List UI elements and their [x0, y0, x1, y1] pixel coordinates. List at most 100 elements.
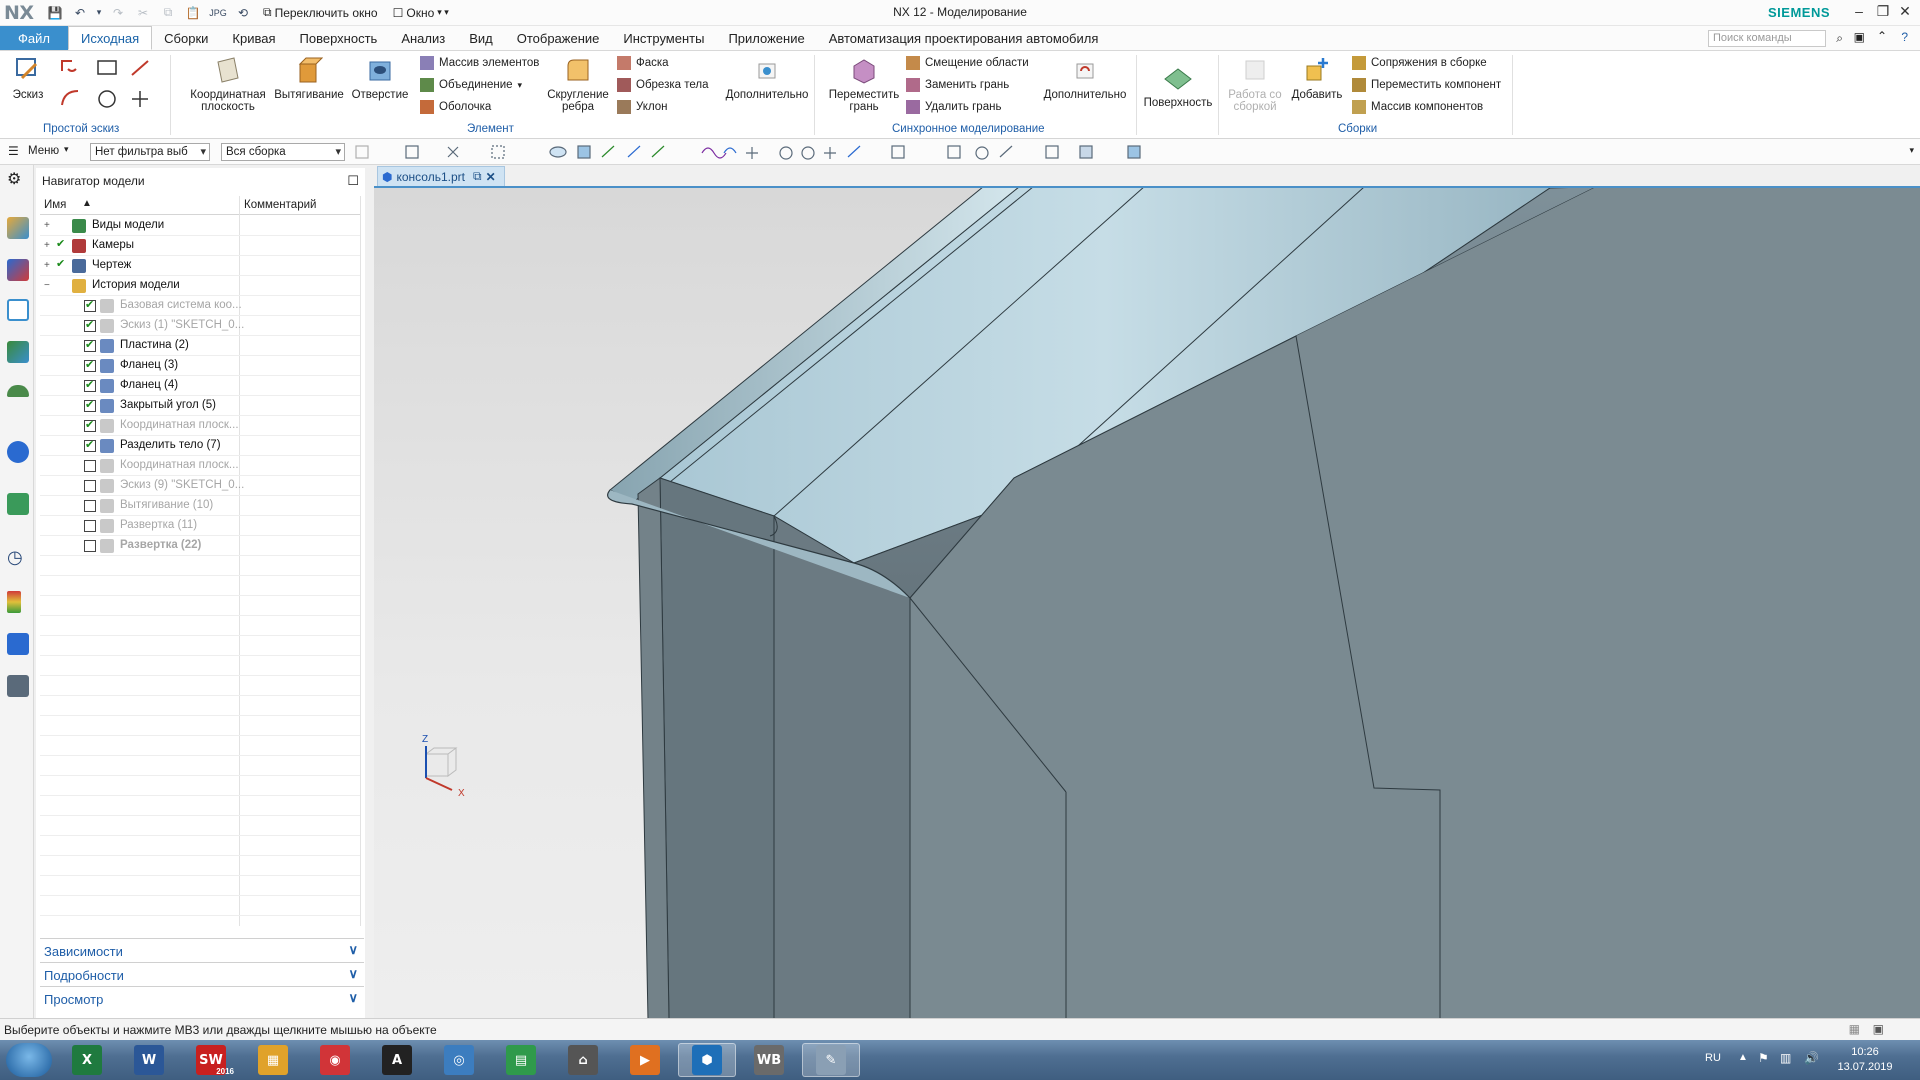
constraint-navigator-icon[interactable]: [7, 259, 29, 281]
menu-button[interactable]: Меню: [28, 145, 59, 157]
tree-node[interactable]: Базовая система коо...: [40, 296, 360, 316]
taskbar-app-apps[interactable]: ▦: [244, 1043, 302, 1077]
repeat-command-icon[interactable]: ⟲: [232, 3, 254, 23]
visibility-checkbox[interactable]: [84, 318, 96, 332]
assembly-navigator-icon[interactable]: [7, 217, 29, 239]
tab-analysis[interactable]: Анализ: [389, 26, 457, 50]
pattern-component-button[interactable]: Массив компонентов: [1352, 100, 1483, 114]
visibility-checkbox[interactable]: [84, 460, 96, 472]
graphics-window[interactable]: Z X: [374, 186, 1920, 1018]
clock-icon[interactable]: ◷: [7, 547, 29, 569]
undo-dropdown-icon[interactable]: ▾: [94, 3, 104, 23]
edge-blend-button[interactable]: Скругление ребра: [540, 55, 616, 113]
unite-button[interactable]: Объединение ▾: [420, 78, 522, 92]
expand-icon[interactable]: +: [44, 240, 50, 251]
visibility-checkbox[interactable]: [84, 298, 96, 312]
tree-node[interactable]: + Виды модели: [40, 216, 360, 236]
tree-node[interactable]: + Камеры: [40, 236, 360, 256]
window-menu-button[interactable]: ☐ Окно ▾ ▾: [387, 6, 455, 20]
extrude-button[interactable]: Вытягивание: [273, 55, 345, 101]
help-icon[interactable]: ?: [1901, 30, 1908, 44]
trim-body-button[interactable]: Обрезка тела: [617, 78, 708, 92]
surface-button[interactable]: Поверхность: [1140, 63, 1216, 109]
export-jpeg-icon[interactable]: JPG: [207, 3, 229, 23]
visibility-checkbox[interactable]: [56, 237, 68, 252]
hd3d-tools-icon[interactable]: [7, 385, 29, 397]
visibility-checkbox[interactable]: [84, 438, 96, 452]
taskbar-app-autocad[interactable]: A: [368, 1043, 426, 1077]
tab-surface[interactable]: Поверхность: [288, 26, 390, 50]
chevron-down-icon[interactable]: ▾: [64, 144, 69, 155]
volume-icon[interactable]: 🔊: [1804, 1051, 1819, 1065]
minimize-button[interactable]: –: [1848, 3, 1870, 23]
replace-face-button[interactable]: Заменить грань: [906, 78, 1009, 92]
shell-button[interactable]: Оболочка: [420, 100, 491, 114]
toolbar-overflow-icon[interactable]: ▾: [1909, 145, 1914, 156]
visibility-checkbox[interactable]: [84, 338, 96, 352]
visibility-checkbox[interactable]: [84, 398, 96, 412]
undock-icon[interactable]: ⧉: [473, 169, 482, 184]
offset-region-button[interactable]: Смещение области: [906, 56, 1029, 70]
visibility-checkbox[interactable]: [84, 480, 96, 492]
taskbar-app-media[interactable]: ▶: [616, 1043, 674, 1077]
taskbar-app-nx[interactable]: ⬢: [678, 1043, 736, 1077]
paste-icon[interactable]: 📋: [182, 3, 204, 23]
tree-node[interactable]: + Чертеж: [40, 256, 360, 276]
delete-face-button[interactable]: Удалить грань: [906, 100, 1001, 114]
taskbar-app-excel[interactable]: X: [58, 1043, 116, 1077]
language-indicator[interactable]: RU: [1705, 1052, 1721, 1064]
section-details[interactable]: Подробности ∨: [40, 962, 364, 986]
tab-render[interactable]: Отображение: [505, 26, 612, 50]
type-filter-select[interactable]: Нет фильтра выб: [90, 143, 210, 161]
maximize-panel-icon[interactable]: ☐: [347, 173, 359, 189]
tab-curve[interactable]: Кривая: [220, 26, 287, 50]
search-icon[interactable]: ⌕: [1836, 31, 1843, 46]
history-icon[interactable]: [7, 493, 29, 515]
visibility-checkbox[interactable]: [84, 418, 96, 432]
add-component-button[interactable]: Добавить: [1288, 55, 1346, 101]
chamfer-button[interactable]: Фаска: [617, 56, 669, 70]
tree-node[interactable]: Пластина (2): [40, 336, 360, 356]
taskbar-app-inventor[interactable]: ⌂: [554, 1043, 612, 1077]
expand-icon[interactable]: +: [44, 220, 50, 231]
sketch-button[interactable]: Эскиз: [10, 55, 46, 101]
section-dependencies[interactable]: Зависимости ∨: [40, 938, 364, 962]
taskbar-app-screenshot[interactable]: ◉: [306, 1043, 364, 1077]
save-icon[interactable]: 💾: [44, 3, 66, 23]
taskbar-app-network[interactable]: ◎: [430, 1043, 488, 1077]
pattern-feature-button[interactable]: Массив элементов: [420, 56, 539, 70]
collapse-icon[interactable]: −: [44, 280, 50, 291]
move-face-button[interactable]: Переместить грань: [826, 55, 902, 113]
document-tab[interactable]: ⬢ консоль1.prt ⧉ ✕: [377, 166, 505, 186]
roles-icon[interactable]: [7, 675, 29, 697]
gear-icon[interactable]: ⚙: [7, 169, 29, 191]
collapse-ribbon-icon[interactable]: ⌃: [1877, 29, 1887, 43]
visibility-checkbox[interactable]: [84, 500, 96, 512]
show-hidden-icons-icon[interactable]: ▲: [1738, 1052, 1748, 1063]
tree-node[interactable]: Эскиз (1) "SKETCH_0...: [40, 316, 360, 336]
more-feature-button[interactable]: Дополнительно: [722, 55, 812, 101]
tree-node[interactable]: Развертка (22): [40, 536, 360, 556]
tab-application[interactable]: Приложение: [716, 26, 816, 50]
tree-node[interactable]: Фланец (3): [40, 356, 360, 376]
web-browser-icon[interactable]: [7, 441, 29, 463]
taskbar-app-sheets[interactable]: ▤: [492, 1043, 550, 1077]
tab-tools[interactable]: Инструменты: [611, 26, 716, 50]
command-search-input[interactable]: Поиск команды: [1708, 30, 1826, 47]
undo-icon[interactable]: ↶: [69, 3, 91, 23]
tree-node[interactable]: Координатная плоск...: [40, 456, 360, 476]
close-tab-icon[interactable]: ✕: [486, 170, 496, 184]
tree-node[interactable]: Вытягивание (10): [40, 496, 360, 516]
status-window-icon[interactable]: ▣: [1873, 1022, 1884, 1036]
hole-button[interactable]: Отверстие: [350, 55, 410, 101]
column-header-name[interactable]: Имя: [44, 199, 66, 211]
redo-icon[interactable]: ↷: [107, 3, 129, 23]
system-clock[interactable]: 10:26 13.07.2019: [1830, 1045, 1900, 1075]
tree-node[interactable]: Эскиз (9) "SKETCH_0...: [40, 476, 360, 496]
visibility-checkbox[interactable]: [84, 520, 96, 532]
network-icon[interactable]: ▥: [1780, 1051, 1791, 1065]
tab-view[interactable]: Вид: [457, 26, 505, 50]
expand-icon[interactable]: +: [44, 260, 50, 271]
taskbar-app-solidworks[interactable]: SW 2016: [182, 1043, 240, 1077]
tree-node[interactable]: Разделить тело (7): [40, 436, 360, 456]
